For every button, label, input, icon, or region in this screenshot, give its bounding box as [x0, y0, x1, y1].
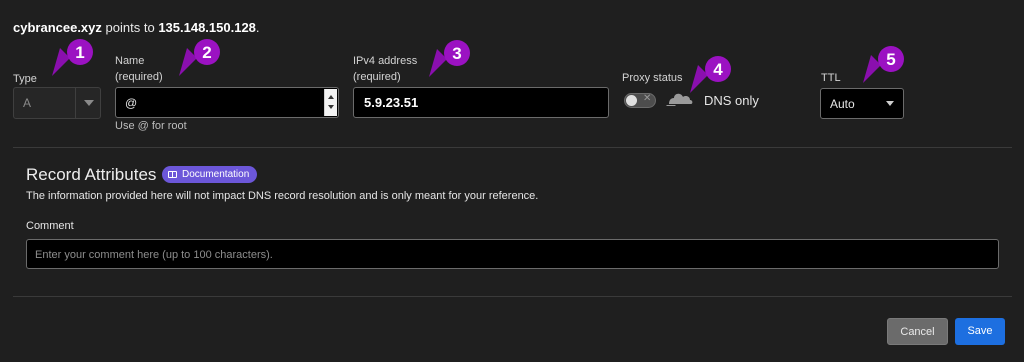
annotation-marker-1: 1: [52, 39, 93, 76]
summary-domain: cybrancee.xyz: [13, 20, 102, 35]
name-label: Name: [115, 55, 145, 67]
name-required-label: (required): [115, 71, 163, 83]
chevron-down-icon: [84, 100, 94, 106]
dns-record-editor: cybrancee.xyz points to 135.148.150.128.…: [0, 0, 1024, 362]
annotation-marker-4: 4: [690, 56, 731, 93]
summary-ip: 135.148.150.128: [158, 20, 256, 35]
x-icon: ✕: [643, 93, 652, 104]
ipv4-label: IPv4 address: [353, 55, 418, 67]
ttl-select-value: Auto: [830, 97, 855, 111]
summary-period: .: [255, 20, 260, 35]
proxy-toggle[interactable]: ✕: [624, 93, 656, 108]
annotation-number: 1: [75, 43, 84, 62]
ttl-label: TTL: [821, 72, 841, 84]
section-divider: [13, 147, 1012, 148]
record-attributes-title: Record Attributes: [26, 165, 157, 184]
type-label: Type: [13, 73, 37, 85]
annotation-marker-2: 2: [179, 39, 220, 76]
annotation-number: 5: [886, 50, 895, 69]
comment-placeholder: Enter your comment here (up to 100 chara…: [35, 249, 273, 261]
comment-input[interactable]: Enter your comment here (up to 100 chara…: [26, 239, 999, 269]
annotation-number: 3: [452, 44, 461, 63]
book-icon: [168, 171, 177, 178]
name-spinner[interactable]: [324, 89, 337, 116]
type-select-value: A: [23, 96, 32, 110]
proxy-status-label: Proxy status: [622, 72, 683, 84]
ipv4-required-label: (required): [353, 71, 401, 83]
toggle-knob: [626, 95, 637, 106]
documentation-label: Documentation: [182, 169, 250, 180]
annotation-number: 4: [713, 60, 723, 79]
spinner-down-icon[interactable]: [328, 105, 334, 109]
annotation-marker-3: 3: [429, 40, 470, 77]
annotation-marker-5: 5: [863, 46, 904, 83]
section-divider: [13, 296, 1012, 297]
comment-label: Comment: [26, 220, 74, 232]
cancel-button[interactable]: Cancel: [887, 318, 948, 345]
spinner-up-icon[interactable]: [328, 95, 334, 99]
annotation-number: 2: [202, 43, 211, 62]
record-attributes-description: The information provided here will not i…: [26, 190, 539, 202]
name-hint: Use @ for root: [115, 120, 187, 132]
record-summary: cybrancee.xyz points to 135.148.150.128.: [13, 20, 260, 35]
ipv4-input-value: 5.9.23.51: [364, 95, 419, 110]
save-button[interactable]: Save: [955, 318, 1005, 345]
name-input-value: @: [125, 96, 138, 110]
summary-points-to: points to: [105, 20, 155, 35]
documentation-link[interactable]: Documentation: [162, 166, 258, 183]
chevron-down-icon: [886, 101, 894, 106]
